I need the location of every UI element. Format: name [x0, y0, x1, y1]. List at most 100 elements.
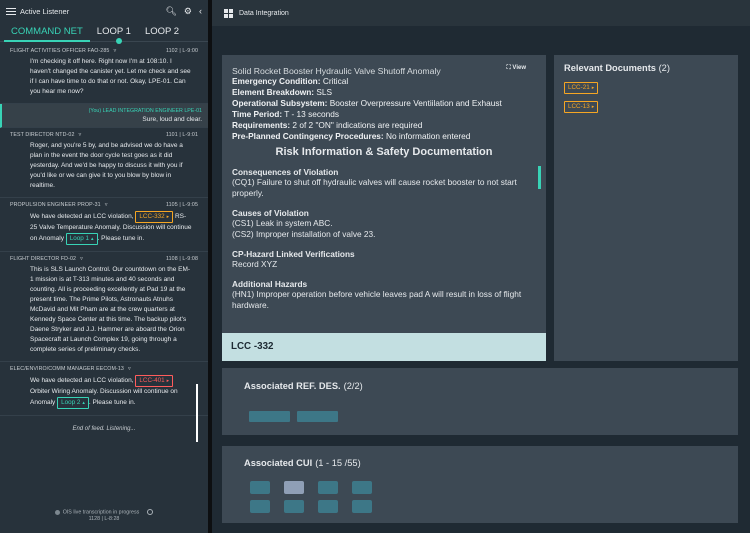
status-text: OIS live transcription in progress: [62, 509, 140, 516]
reply-speaker: (You) LEAD INTEGRATION ENGINEER LPE-01: [88, 108, 202, 114]
ref-des-card: Associated REF. DES. (2/2): [222, 368, 738, 435]
tab-loop-2[interactable]: LOOP 2: [138, 26, 186, 41]
section-title: Additional Hazards: [232, 279, 308, 289]
field-value: Booster Overpressure Ventiilation and Ex…: [329, 98, 502, 108]
field-label: Element Breakdown:: [232, 87, 315, 97]
cui-card: Associated CUI (1 - 15 /55): [222, 446, 738, 523]
message-text: I'm checking it off here. Right now I'm …: [30, 58, 191, 95]
field-row: Requirements: 2 of 2 "ON" indications ar…: [232, 120, 536, 131]
active-listener-panel: Active Listener 🔍︎ ⚙︎ ‹ COMMAND NET LOOP…: [0, 0, 208, 533]
info-icon[interactable]: [147, 509, 154, 515]
message-text: This is SLS Launch Control. Our countdow…: [30, 266, 191, 353]
anomaly-card: Solid Rocket Booster Hydraulic Valve Shu…: [222, 55, 546, 361]
lcc-chip-label: LCC-401: [139, 377, 165, 384]
section-text: (CS2) Improper installation of valve 23.: [232, 229, 376, 239]
tab-loop-1[interactable]: LOOP 1: [90, 26, 138, 41]
details-scrollbar[interactable]: [538, 166, 541, 189]
chevron-down-icon[interactable]: ▿: [79, 132, 82, 138]
feed-message: FLIGHT DIRECTOR FD-02 ▿ 1108 | L-9:08 This…: [0, 252, 208, 362]
lcc-banner[interactable]: LCC -332: [222, 333, 546, 361]
anomaly-details[interactable]: Solid Rocket Booster Hydraulic Valve Shu…: [222, 55, 546, 331]
message-time: 1101 | L-9:01: [165, 132, 198, 138]
field-value: Critical: [322, 76, 349, 86]
lcc-chip-label: LCC-332: [139, 213, 165, 220]
field-label: Emergency Condition:: [232, 76, 321, 86]
cui-item[interactable]: [284, 481, 304, 494]
cui-item[interactable]: [352, 481, 372, 494]
field-row: Emergency Condition: Critical: [232, 76, 536, 87]
field-row: Element Breakdown: SLS: [232, 87, 536, 98]
reply-text: Sure, loud and clear.: [142, 116, 202, 123]
field-value: No information entered: [386, 131, 471, 141]
section-title: Causes of Violation: [232, 208, 309, 218]
loop-chip[interactable]: Loop 1 ▴: [65, 233, 98, 245]
doc-chip-lcc-21[interactable]: LCC-21 ▸: [564, 82, 599, 94]
loop-tabs: COMMAND NET LOOP 1 LOOP 2: [0, 22, 208, 44]
cui-item[interactable]: [318, 481, 338, 494]
loop-chip-label: Loop 2: [61, 399, 81, 406]
ref-des-item[interactable]: [297, 411, 338, 422]
panel-title: Active Listener: [20, 6, 70, 16]
speaker-name: TEST DIRECTOR NTD-02: [10, 132, 75, 138]
chevron-down-icon[interactable]: ▿: [105, 202, 108, 208]
field-row: Pre-Planned Contingency Procedures: No i…: [232, 131, 536, 142]
cui-item[interactable]: [318, 500, 338, 513]
search-icon[interactable]: 🔍︎: [165, 6, 176, 17]
cui-item[interactable]: [284, 500, 304, 513]
caret-right-icon: ▸: [166, 378, 170, 384]
cui-item[interactable]: [250, 500, 270, 513]
field-label: Operational Subsystem:: [232, 98, 328, 108]
page-title: Data Integration: [239, 9, 289, 17]
lcc-chip[interactable]: LCC-332 ▸: [135, 211, 174, 223]
section-title: Consequences of Violation: [232, 167, 339, 177]
section-text: (CS1) Leak in system ABC.: [232, 218, 333, 228]
transcript-feed[interactable]: FLIGHT ACTIVITIES OFFICER FAO-285 ▿ 1102 |…: [0, 44, 208, 506]
chevron-down-icon[interactable]: ▿: [113, 48, 116, 54]
dashboard-grid-icon: [224, 8, 233, 18]
loop-chip[interactable]: Loop 2 ▴: [57, 397, 89, 409]
feed-scrollbar[interactable]: [196, 384, 198, 442]
message-text: We have detected an LCC violation, LCC-4…: [10, 372, 198, 409]
field-label: Pre-Planned Contingency Procedures:: [232, 131, 384, 141]
cui-item[interactable]: [250, 481, 270, 494]
field-value: 2 of 2 "ON" indications are required: [292, 120, 423, 130]
transcription-status: OIS live transcription in progress 1128 …: [0, 506, 208, 533]
feed-message: ELEC/ENVIRO/COMM MANAGER EECOM-13 ▿ We ha…: [0, 362, 208, 416]
message-time: 1108 | L-9:08: [165, 256, 198, 262]
ref-des-item[interactable]: [249, 411, 290, 422]
message-text-part: We have detected an LCC violation,: [30, 377, 134, 384]
section-text: (CQ1) Failure to shut off hydraulic valv…: [232, 177, 517, 198]
message-text-part: . Please tune in.: [88, 399, 136, 406]
view-button[interactable]: ⛶ View: [507, 65, 526, 72]
caret-right-icon: ▸: [166, 214, 170, 220]
section-text: (HN1) Improper operation before vehicle …: [232, 289, 522, 310]
message-time: 1102 | L-9:00: [165, 48, 198, 54]
chevron-left-icon[interactable]: ‹: [199, 6, 202, 16]
message-text-part: We have detected an LCC violation,: [30, 213, 134, 220]
app-root: Active Listener 🔍︎ ⚙︎ ‹ COMMAND NET LOOP…: [0, 0, 750, 533]
speaker-name: PROPULSION ENGINEER PROP-31: [10, 202, 101, 208]
caret-up-icon: ▴: [91, 236, 94, 242]
end-of-feed: End of feed. Listening...: [72, 426, 136, 432]
status-time: 1128 | L-8:28: [88, 516, 120, 523]
speaker-name: ELEC/ENVIRO/COMM MANAGER EECOM-13: [10, 366, 124, 372]
chevron-down-icon[interactable]: ▿: [80, 256, 83, 262]
menu-icon[interactable]: [6, 7, 16, 15]
tab-command-net[interactable]: COMMAND NET: [4, 26, 90, 42]
doc-chip-lcc-13[interactable]: LCC-13 ▸: [564, 101, 599, 113]
field-row: Time Period: T - 13 seconds: [232, 109, 536, 120]
cui-heading: Associated CUI (1 - 15 /55): [244, 458, 361, 468]
lead-reply: (You) LEAD INTEGRATION ENGINEER LPE-01 S…: [0, 104, 208, 128]
docs-heading: Relevant Documents (2): [564, 63, 728, 73]
top-bar: Data Integration: [212, 0, 750, 26]
cui-item[interactable]: [352, 500, 372, 513]
gear-icon[interactable]: ⚙︎: [184, 6, 192, 17]
speaker-name: FLIGHT DIRECTOR FD-02: [10, 256, 77, 262]
panel-divider[interactable]: [208, 0, 212, 533]
chevron-down-icon[interactable]: ▿: [128, 366, 131, 372]
docs-count: (2): [658, 63, 670, 73]
lcc-chip[interactable]: LCC-401 ▸: [135, 375, 174, 387]
cui-title: Associated CUI: [244, 458, 313, 468]
caret-right-icon: ▸: [591, 85, 595, 91]
speaker-name: FLIGHT ACTIVITIES OFFICER FAO-285: [10, 48, 110, 54]
